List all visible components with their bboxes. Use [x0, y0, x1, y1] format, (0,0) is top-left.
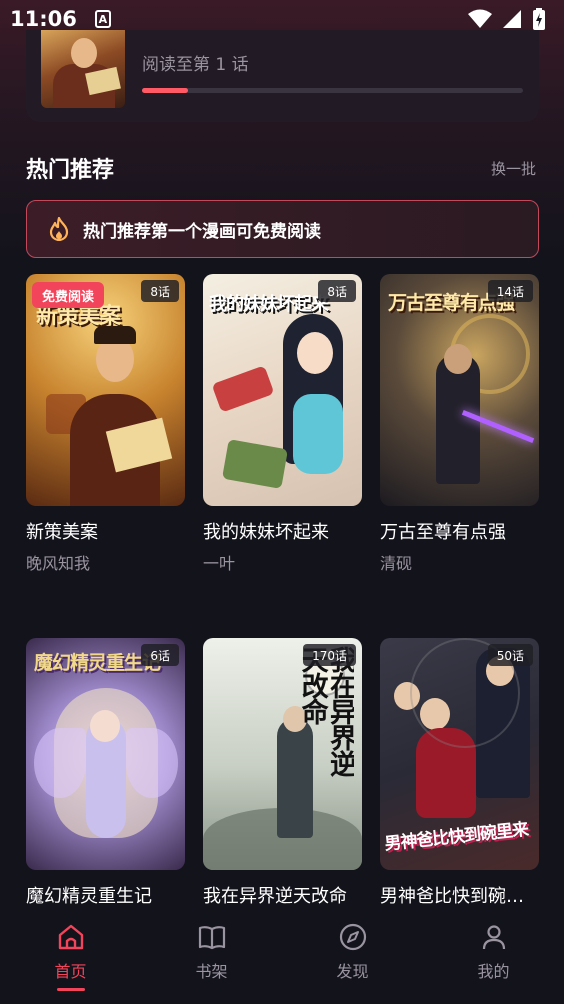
user-icon	[482, 925, 505, 950]
chapter-count-badge: 14话	[487, 280, 533, 302]
chapter-count-badge: 50话	[487, 644, 533, 666]
flame-icon	[49, 217, 69, 241]
comic-card[interactable]: 男神爸比快到碗里来 50话 男神爸比快到碗里来	[380, 638, 539, 914]
reading-progress-fill	[142, 88, 188, 93]
comic-title[interactable]: 男神爸比快到碗里来	[380, 882, 539, 908]
reading-progress-bar	[142, 88, 523, 93]
chapter-count-badge: 8话	[318, 280, 356, 302]
continue-reading-cover	[41, 30, 125, 108]
nav-label: 书架	[195, 962, 228, 981]
comic-title[interactable]: 新策美案	[26, 518, 185, 544]
section-title: 热门推荐	[26, 158, 115, 183]
bottom-navigation: 首页 书架 发现 我的	[0, 908, 564, 1004]
compass-icon	[339, 923, 366, 951]
wifi-icon	[468, 9, 492, 28]
comic-card[interactable]: 我的妹妹坏起来 8话 我的妹妹坏起来 一叶	[203, 274, 362, 574]
comic-cover[interactable]: 我的妹妹坏起来 8话	[203, 274, 362, 506]
status-bar: 11:06 A	[0, 0, 564, 38]
comic-cover[interactable]: 新策美案 免费阅读 8话	[26, 274, 185, 506]
free-read-badge: 免费阅读	[32, 282, 105, 308]
comic-title[interactable]: 魔幻精灵重生记	[26, 882, 185, 908]
nav-item-bookshelf[interactable]: 书架	[141, 908, 282, 1004]
home-icon	[58, 924, 83, 950]
battery-icon	[533, 8, 545, 30]
free-read-banner[interactable]: 热门推荐第一个漫画可免费阅读	[26, 200, 539, 258]
nav-label: 发现	[336, 962, 369, 981]
nav-label: 首页	[54, 962, 87, 981]
comic-cover[interactable]: 魔幻精灵重生记 6话	[26, 638, 185, 870]
book-icon	[198, 926, 225, 950]
cover-title-art: 男神爸比快到碗里来	[383, 819, 529, 855]
comic-cover[interactable]: 男神爸比快到碗里来 50话	[380, 638, 539, 870]
refresh-batch-button[interactable]: 换一批	[491, 158, 536, 179]
status-icons	[468, 8, 546, 30]
status-time: 11:06	[10, 7, 77, 31]
comic-title[interactable]: 万古至尊有点强	[380, 518, 539, 544]
comic-author: 清砚	[380, 554, 413, 573]
comic-card[interactable]: 新策美案 免费阅读 8话 新策美案 晚风知我	[26, 274, 185, 574]
nav-label: 我的	[477, 962, 510, 981]
nav-item-profile[interactable]: 我的	[423, 908, 564, 1004]
chapter-count-badge: 8话	[141, 280, 179, 302]
reading-progress-text: 阅读至第 1 话	[142, 55, 249, 75]
comic-title[interactable]: 我在异界逆天改命	[203, 882, 362, 908]
chapter-count-badge: 6话	[141, 644, 179, 666]
comic-author: 晚风知我	[26, 554, 91, 573]
chapter-count-badge: 170话	[303, 644, 356, 666]
banner-text: 热门推荐第一个漫画可免费阅读	[83, 221, 321, 242]
continue-reading-card[interactable]: 阅读至第 1 话	[26, 30, 539, 122]
nav-active-indicator	[56, 988, 85, 991]
comic-card[interactable]: 魔幻精灵重生记 6话 魔幻精灵重生记	[26, 638, 185, 914]
nav-item-discover[interactable]: 发现	[282, 908, 423, 1004]
nav-item-home[interactable]: 首页	[0, 908, 141, 1004]
comic-card[interactable]: 万古至尊有点强 14话 万古至尊有点强 清砚	[380, 274, 539, 574]
notification-indicator: A	[94, 10, 111, 28]
comic-title[interactable]: 我的妹妹坏起来	[203, 518, 362, 544]
comic-cover[interactable]: 我在异界逆天改命 170话	[203, 638, 362, 870]
comic-author: 一叶	[203, 554, 236, 573]
comic-cover[interactable]: 万古至尊有点强 14话	[380, 274, 539, 506]
cover-title-art: 我在异界逆天改命	[296, 646, 354, 776]
comic-card[interactable]: 我在异界逆天改命 170话 我在异界逆天改命	[203, 638, 362, 914]
signal-icon	[503, 10, 521, 28]
